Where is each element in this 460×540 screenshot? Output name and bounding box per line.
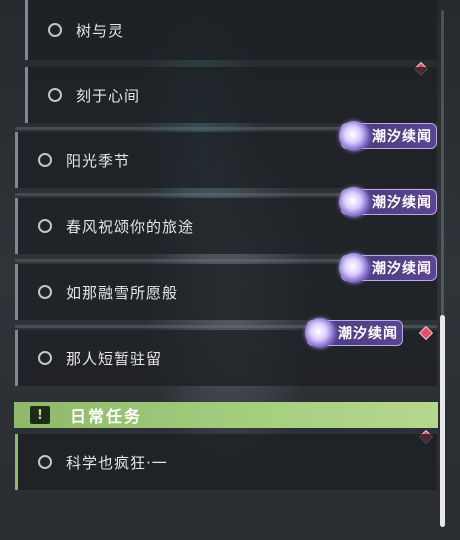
badge-label: 潮汐续闻 bbox=[372, 129, 432, 145]
tidal-echo-badge: 潮汐续闻 bbox=[339, 187, 437, 217]
tidal-echo-badge: 潮汐续闻 bbox=[305, 318, 403, 348]
quest-status-circle-icon bbox=[38, 285, 52, 299]
quest-status-circle-icon bbox=[48, 88, 62, 102]
quest-title: 那人短暂驻留 bbox=[66, 349, 163, 368]
quest-title: 刻于心间 bbox=[76, 86, 141, 105]
tidal-logo-icon bbox=[305, 318, 335, 348]
quest-item[interactable]: 刻于心间 bbox=[25, 67, 437, 123]
daily-quests-section-header[interactable]: ! 日常任务 bbox=[14, 402, 438, 428]
badge-label: 潮汐续闻 bbox=[338, 326, 398, 342]
daily-quest-item[interactable]: 科学也疯狂·一 bbox=[15, 434, 437, 490]
quest-title: 阳光季节 bbox=[66, 151, 131, 170]
quest-item[interactable]: 树与灵 bbox=[25, 0, 437, 60]
badge-label: 潮汐续闻 bbox=[372, 195, 432, 211]
tidal-logo-icon bbox=[339, 253, 369, 283]
quest-title: 树与灵 bbox=[76, 21, 125, 40]
quest-title: 如那融雪所愿般 bbox=[66, 283, 179, 302]
scrollbar-thumb[interactable] bbox=[440, 315, 445, 527]
quest-status-circle-icon bbox=[38, 153, 52, 167]
tidal-logo-icon bbox=[339, 187, 369, 217]
exclamation-icon: ! bbox=[30, 406, 50, 424]
quest-title: 春风祝颂你的旅途 bbox=[66, 217, 195, 236]
section-title: 日常任务 bbox=[70, 407, 143, 426]
tidal-logo-icon bbox=[339, 121, 369, 151]
tidal-echo-badge: 潮汐续闻 bbox=[339, 121, 437, 151]
quest-status-circle-icon bbox=[38, 455, 52, 469]
quest-status-circle-icon bbox=[48, 23, 62, 37]
quest-status-circle-icon bbox=[38, 351, 52, 365]
quest-status-circle-icon bbox=[38, 219, 52, 233]
tidal-echo-badge: 潮汐续闻 bbox=[339, 253, 437, 283]
quest-title: 科学也疯狂·一 bbox=[66, 453, 168, 472]
badge-label: 潮汐续闻 bbox=[372, 261, 432, 277]
